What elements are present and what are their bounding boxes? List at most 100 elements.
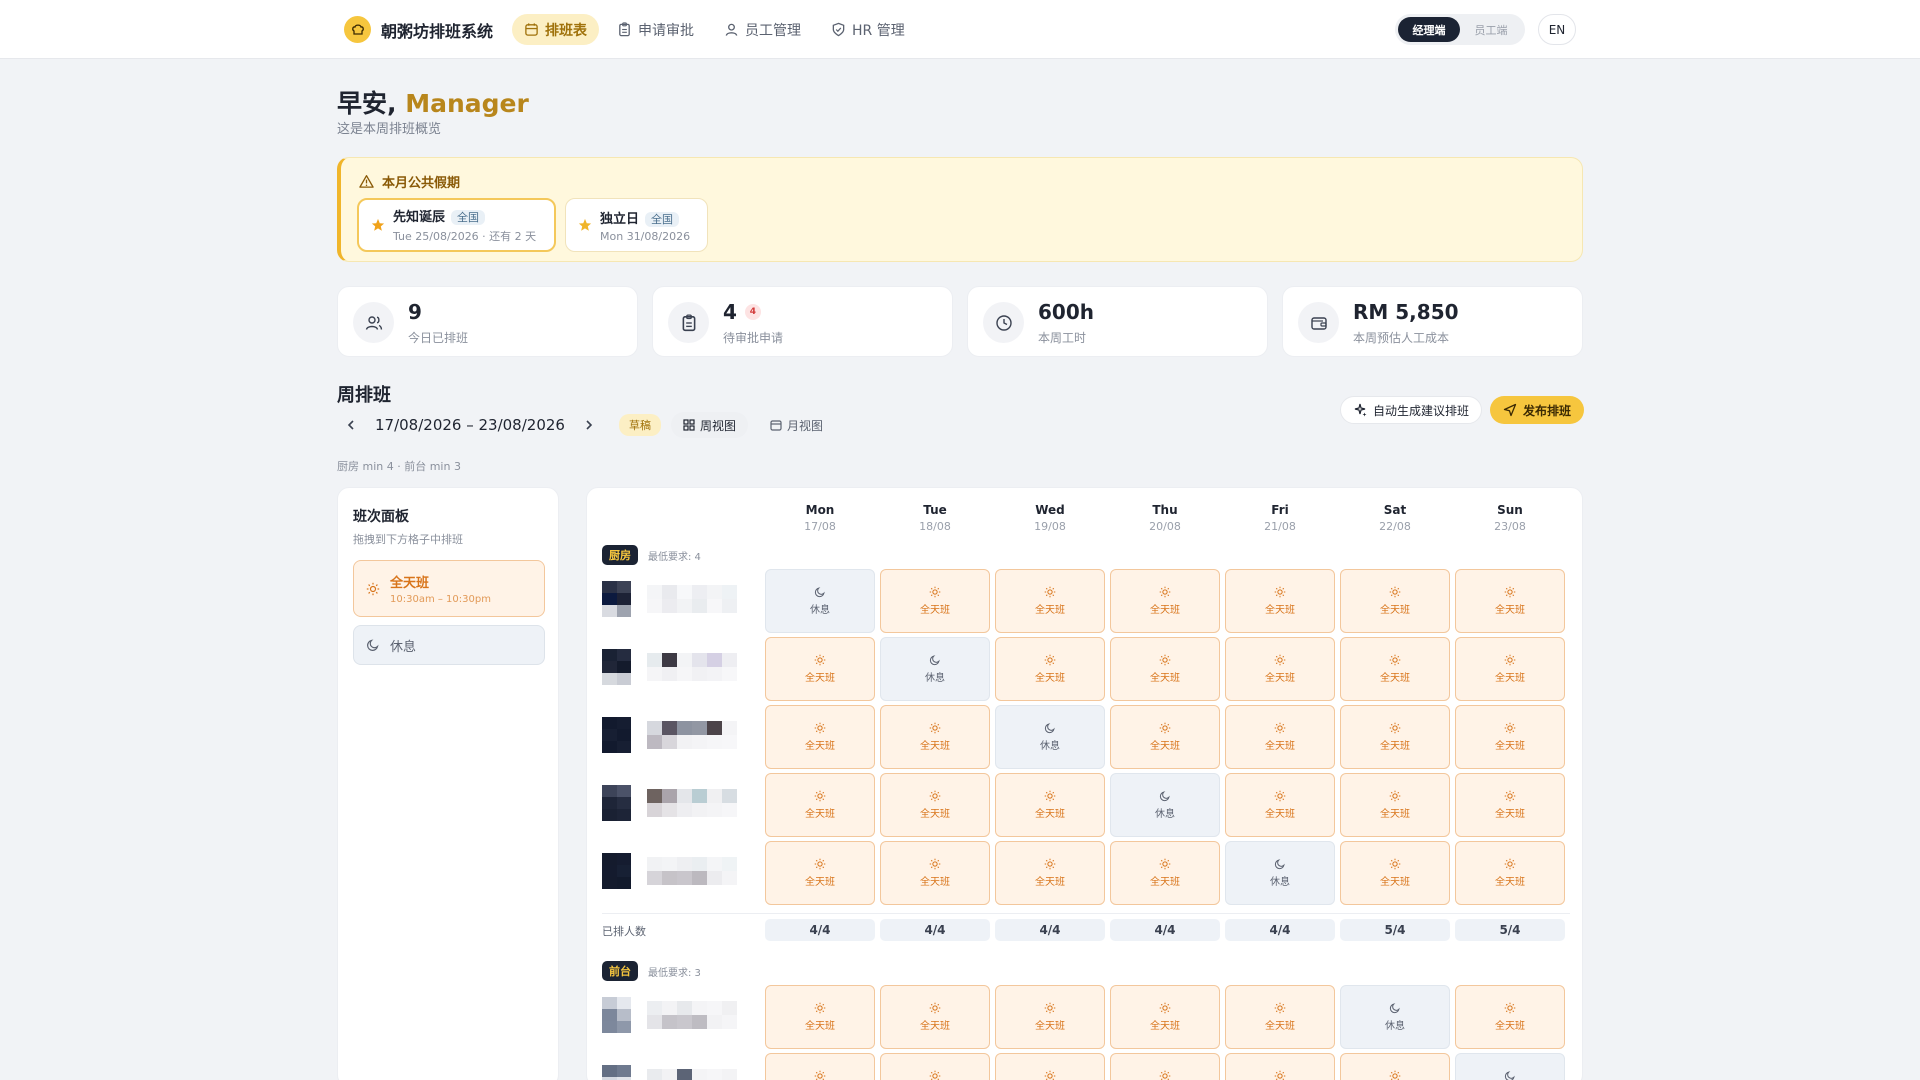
sun-icon [814, 722, 826, 734]
nav-item-approvals[interactable]: 申请审批 [605, 14, 706, 45]
shift-cell-day[interactable]: 全天班 [880, 985, 990, 1049]
shift-cell-day[interactable]: 全天班 [1340, 637, 1450, 701]
shift-cell-day[interactable]: 全天班 [1225, 637, 1335, 701]
role-employee-button[interactable]: 员工端 [1460, 17, 1522, 42]
shift-cell-rest[interactable]: 休息 [1110, 773, 1220, 837]
holiday-date: Mon 31/08/2026 [600, 229, 691, 243]
redacted-pixel [722, 871, 737, 885]
redacted-pixel [647, 721, 662, 735]
department-badge: 前台 [602, 961, 638, 981]
employee-name-redacted [647, 1001, 737, 1029]
stat-card-labor-cost[interactable]: RM 5,850 本周预估人工成本 [1282, 286, 1583, 357]
next-week-button[interactable] [575, 411, 603, 439]
shift-cell-day[interactable]: 全天班 [1225, 773, 1335, 837]
redacted-pixel [662, 585, 677, 599]
shift-cell-day[interactable]: 全天班 [995, 841, 1105, 905]
shift-cell-day[interactable]: 全天班 [765, 637, 875, 701]
shift-cell-rest[interactable]: 休息 [995, 705, 1105, 769]
stat-card-pending-requests[interactable]: 44 待审批申请 [652, 286, 953, 357]
language-button[interactable]: EN [1538, 14, 1576, 45]
shift-cell-day[interactable]: 全天班 [1455, 985, 1565, 1049]
employee-name-redacted [647, 585, 737, 613]
shift-cell-day[interactable]: 全天班 [1455, 705, 1565, 769]
redacted-pixel [662, 1015, 677, 1029]
shift-cell-day[interactable]: 全天班 [1110, 637, 1220, 701]
shift-cell-day[interactable]: 全天班 [765, 1053, 875, 1080]
shift-cell-day[interactable]: 全天班 [880, 705, 990, 769]
stat-label: 今日已排班 [408, 331, 469, 345]
shift-cell-rest[interactable]: 休息 [1455, 1053, 1565, 1080]
shift-cell-day[interactable]: 全天班 [1340, 841, 1450, 905]
redacted-pixel [722, 789, 737, 803]
shift-cell-day[interactable]: 全天班 [765, 841, 875, 905]
shift-cell-day[interactable]: 全天班 [1225, 705, 1335, 769]
shift-cell-rest[interactable]: 休息 [1340, 985, 1450, 1049]
nav-item-hr[interactable]: HR 管理 [819, 14, 917, 45]
role-manager-button[interactable]: 经理端 [1398, 17, 1460, 42]
redacted-pixel [662, 1001, 677, 1015]
shift-cell-day[interactable]: 全天班 [765, 985, 875, 1049]
holiday-card[interactable]: 独立日 全国 Mon 31/08/2026 [565, 198, 708, 252]
sun-icon [1044, 858, 1056, 870]
nav-label: 申请审批 [638, 22, 694, 39]
shift-cell-day[interactable]: 全天班 [1110, 985, 1220, 1049]
day-date: 23/08 [1494, 520, 1526, 533]
shift-cell-day[interactable]: 全天班 [1225, 1053, 1335, 1080]
shift-cell-day[interactable]: 全天班 [765, 705, 875, 769]
redacted-pixel [692, 1015, 707, 1029]
shift-cell-day[interactable]: 全天班 [1455, 841, 1565, 905]
shift-cell-day[interactable]: 全天班 [1455, 569, 1565, 633]
shift-cell-rest[interactable]: 休息 [880, 637, 990, 701]
avatar-pixel [616, 673, 631, 685]
stat-card-weekly-hours[interactable]: 600h 本周工时 [967, 286, 1268, 357]
stat-value: RM 5,850 [1353, 300, 1459, 324]
shift-cell-day[interactable]: 全天班 [1225, 569, 1335, 633]
shift-cell-day[interactable]: 全天班 [995, 1053, 1105, 1080]
shift-cell-day[interactable]: 全天班 [880, 841, 990, 905]
week-view-button[interactable]: 周视图 [670, 412, 748, 438]
nav-item-schedule[interactable]: 排班表 [512, 14, 599, 45]
redacted-pixel [677, 1015, 692, 1029]
brand[interactable]: 朝粥坊排班系统 [344, 16, 493, 43]
shift-cell-day[interactable]: 全天班 [995, 773, 1105, 837]
stat-card-scheduled-today[interactable]: 9 今日已排班 [337, 286, 638, 357]
publish-button[interactable]: 发布排班 [1490, 396, 1585, 424]
month-view-button[interactable]: 月视图 [758, 412, 835, 438]
redacted-pixel [647, 599, 662, 613]
shift-cell-day[interactable]: 全天班 [1110, 569, 1220, 633]
shift-cell-day[interactable]: 全天班 [880, 569, 990, 633]
shift-cell-day[interactable]: 全天班 [995, 985, 1105, 1049]
shift-label: 全天班 [1495, 673, 1525, 684]
shift-cell-day[interactable]: 全天班 [880, 773, 990, 837]
avatar-pixel [602, 785, 617, 797]
shift-cell-day[interactable]: 全天班 [1110, 705, 1220, 769]
shift-label: 休息 [1155, 809, 1175, 820]
shift-cell-day[interactable]: 全天班 [995, 569, 1105, 633]
shift-cell-day[interactable]: 全天班 [1340, 569, 1450, 633]
avatar-pixel [602, 997, 617, 1009]
shift-cell-day[interactable]: 全天班 [1455, 637, 1565, 701]
nav-item-employees[interactable]: 员工管理 [712, 14, 813, 45]
prev-week-button[interactable] [337, 411, 365, 439]
auto-generate-button[interactable]: 自动生成建议排班 [1340, 396, 1483, 424]
sun-icon [1159, 722, 1171, 734]
shift-cell-day[interactable]: 全天班 [1110, 841, 1220, 905]
shift-cell-day[interactable]: 全天班 [1340, 705, 1450, 769]
shift-cell-day[interactable]: 全天班 [1340, 773, 1450, 837]
day-shift-template[interactable]: 全天班 10:30am – 10:30pm [353, 560, 545, 617]
shift-cell-day[interactable]: 全天班 [880, 1053, 990, 1080]
assigned-count-label: 已排人数 [602, 925, 646, 938]
shift-cell-day[interactable]: 全天班 [1340, 1053, 1450, 1080]
shift-cell-day[interactable]: 全天班 [995, 637, 1105, 701]
rest-template[interactable]: 休息 [353, 625, 545, 665]
holiday-card[interactable]: 先知诞辰 全国 Tue 25/08/2026 · 还有 2 天 [357, 198, 556, 252]
shift-cell-rest[interactable]: 休息 [765, 569, 875, 633]
redacted-pixel [722, 1015, 737, 1029]
shift-cell-day[interactable]: 全天班 [1225, 985, 1335, 1049]
shift-cell-rest[interactable]: 休息 [1225, 841, 1335, 905]
shift-cell-day[interactable]: 全天班 [765, 773, 875, 837]
shift-cell-day[interactable]: 全天班 [1110, 1053, 1220, 1080]
sun-icon [1044, 654, 1056, 666]
shift-cell-day[interactable]: 全天班 [1455, 773, 1565, 837]
day-header: Fri 21/08 [1225, 503, 1335, 533]
